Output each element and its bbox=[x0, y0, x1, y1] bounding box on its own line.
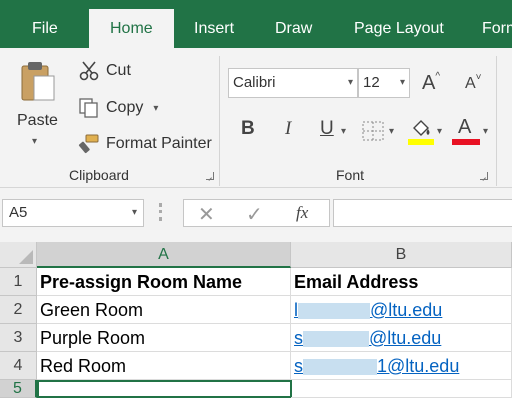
underline-button[interactable]: U bbox=[320, 118, 334, 140]
group-separator bbox=[496, 56, 497, 186]
row-header-3[interactable]: 3 bbox=[0, 324, 37, 352]
email-domain: @ltu.edu bbox=[369, 328, 442, 348]
cell-a3[interactable]: Purple Room bbox=[37, 324, 291, 352]
format-painter-button[interactable]: Format Painter bbox=[78, 133, 212, 155]
cut-label: Cut bbox=[106, 62, 131, 79]
enter-checkmark-icon[interactable]: ✓ bbox=[246, 202, 263, 227]
format-painter-label: Format Painter bbox=[106, 135, 212, 152]
tab-formulas[interactable]: Form bbox=[482, 0, 512, 48]
clipboard-group-label: Clipboard bbox=[69, 167, 129, 183]
cell-a4[interactable]: Red Room bbox=[37, 352, 291, 380]
row-header-4[interactable]: 4 bbox=[0, 352, 37, 380]
borders-icon[interactable] bbox=[361, 120, 385, 142]
increase-arrow-icon: ^ bbox=[435, 71, 441, 82]
name-box-value: A5 bbox=[9, 204, 28, 221]
decrease-arrow-icon: ˅ bbox=[475, 72, 482, 83]
row-header-1[interactable]: 1 bbox=[0, 268, 37, 296]
paintbrush-icon bbox=[78, 133, 100, 155]
tab-page-layout[interactable]: Page Layout bbox=[354, 0, 444, 48]
fill-color-chevron-icon[interactable]: ▾ bbox=[437, 126, 442, 137]
spreadsheet-grid: A B 1 Pre-assign Room Name Email Address… bbox=[0, 242, 512, 398]
copy-icon bbox=[78, 97, 100, 119]
cell-b4[interactable]: s 1@ltu.edu bbox=[291, 352, 512, 380]
clipboard-icon bbox=[18, 60, 58, 104]
cell-a5[interactable] bbox=[37, 380, 292, 398]
font-dialog-launcher-icon[interactable] bbox=[480, 172, 488, 180]
email-domain: @ltu.edu bbox=[370, 300, 443, 320]
email-prefix: s bbox=[294, 356, 303, 376]
row-header-2[interactable]: 2 bbox=[0, 296, 37, 324]
cut-button[interactable]: Cut bbox=[78, 60, 131, 82]
column-header-b[interactable]: B bbox=[291, 242, 512, 268]
cell-b3[interactable]: s @ltu.edu bbox=[291, 324, 512, 352]
copy-label: Copy bbox=[106, 99, 144, 116]
group-separator bbox=[219, 56, 220, 186]
formula-input[interactable] bbox=[333, 199, 512, 227]
formula-buttons: ✕ ✓ fx bbox=[183, 199, 330, 227]
font-size-value: 12 bbox=[363, 74, 380, 91]
fill-color-icon[interactable] bbox=[408, 116, 434, 146]
ribbon: Paste ▾ Cut Copy ▾ Format Painter Clipbo… bbox=[0, 48, 512, 188]
name-box[interactable]: A5 ▾ bbox=[2, 199, 144, 227]
cell-a2[interactable]: Green Room bbox=[37, 296, 291, 324]
paste-dropdown-chevron-icon[interactable]: ▾ bbox=[32, 136, 37, 147]
cell-a1[interactable]: Pre-assign Room Name bbox=[37, 268, 291, 296]
font-size-chevron-icon: ▾ bbox=[399, 77, 405, 88]
paste-button[interactable] bbox=[14, 60, 62, 104]
column-header-a[interactable]: A bbox=[37, 242, 291, 268]
font-color-glyph: A bbox=[458, 116, 472, 138]
redaction-blur bbox=[303, 331, 369, 348]
cell-b2[interactable]: l @ltu.edu bbox=[291, 296, 512, 324]
font-group-label: Font bbox=[336, 167, 365, 183]
italic-button[interactable]: I bbox=[285, 118, 291, 140]
formula-bar: A5 ▾ ✕ ✓ fx bbox=[0, 188, 512, 242]
ribbon-tabs: File Home Insert Draw Page Layout Form bbox=[0, 0, 512, 48]
row-header-5[interactable]: 5 bbox=[0, 380, 37, 398]
tab-draw[interactable]: Draw bbox=[275, 0, 312, 48]
font-name-chevron-icon: ▾ bbox=[347, 77, 353, 88]
cell-b1[interactable]: Email Address bbox=[291, 268, 512, 296]
increase-font-size-button[interactable]: A^ bbox=[422, 71, 441, 95]
font-name-value: Calibri bbox=[233, 74, 276, 91]
font-color-icon[interactable]: A bbox=[452, 116, 480, 146]
formula-bar-grip[interactable] bbox=[159, 203, 162, 221]
tab-file[interactable]: File bbox=[32, 0, 58, 48]
font-color-swatch bbox=[452, 139, 480, 145]
select-all-button[interactable] bbox=[0, 242, 37, 268]
font-name-select[interactable]: Calibri ▾ bbox=[228, 68, 358, 98]
scissors-icon bbox=[78, 60, 100, 82]
email-prefix: s bbox=[294, 328, 303, 348]
decrease-font-glyph: A bbox=[465, 75, 476, 92]
copy-button[interactable]: Copy ▾ bbox=[78, 97, 158, 119]
email-domain: 1@ltu.edu bbox=[377, 356, 460, 376]
bold-button[interactable]: B bbox=[241, 118, 255, 140]
underline-chevron-icon[interactable]: ▾ bbox=[341, 126, 346, 137]
paste-label[interactable]: Paste bbox=[17, 112, 58, 130]
copy-dropdown-chevron-icon[interactable]: ▾ bbox=[153, 103, 158, 114]
tab-home[interactable]: Home bbox=[89, 9, 174, 48]
tab-insert[interactable]: Insert bbox=[194, 0, 234, 48]
redaction-blur bbox=[303, 359, 377, 376]
font-size-select[interactable]: 12 ▾ bbox=[358, 68, 410, 98]
increase-font-glyph: A bbox=[422, 72, 436, 94]
font-color-chevron-icon[interactable]: ▾ bbox=[483, 126, 488, 137]
decrease-font-size-button[interactable]: A˅ bbox=[465, 72, 482, 93]
redaction-blur bbox=[298, 303, 370, 320]
name-box-chevron-icon: ▾ bbox=[131, 207, 137, 218]
clipboard-dialog-launcher-icon[interactable] bbox=[206, 172, 214, 180]
borders-chevron-icon[interactable]: ▾ bbox=[389, 126, 394, 137]
insert-function-button[interactable]: fx bbox=[296, 203, 308, 223]
cell-b5[interactable] bbox=[291, 380, 512, 398]
cancel-icon[interactable]: ✕ bbox=[198, 202, 215, 227]
